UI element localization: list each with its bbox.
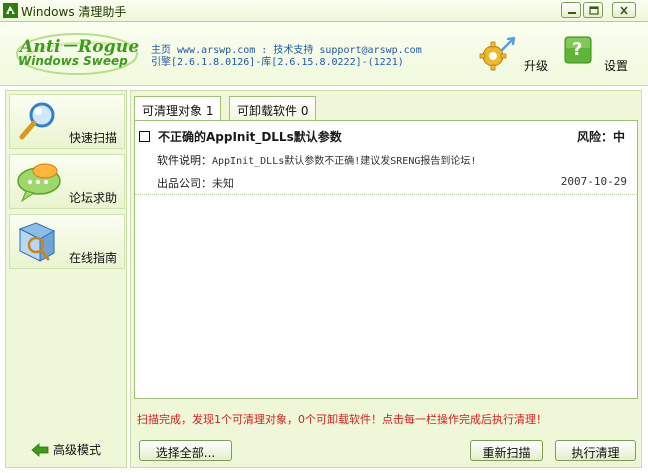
magnifier-icon <box>19 102 55 140</box>
status-message: 扫描完成，发现1个可清理对象，0个可卸载软件！点击每一栏操作完成后执行清理！ <box>137 413 547 426</box>
app-icon <box>3 3 18 18</box>
settings-button[interactable]: ? 设置 <box>564 36 634 82</box>
minimize-button[interactable] <box>561 2 581 18</box>
sidebar-item-label: 快速扫描 <box>68 131 117 145</box>
maximize-button[interactable] <box>583 2 603 18</box>
guide-book-icon <box>18 222 56 262</box>
sidebar-item-label: 论坛求助 <box>68 191 117 205</box>
sidebar-item-online-guide[interactable]: 在线指南 <box>9 214 125 269</box>
entry-title: 不正确的AppInit_DLLs默认参数 <box>158 130 342 144</box>
tab-uninstallable-software[interactable]: 可卸载软件 0 <box>229 96 317 121</box>
gear-upgrade-icon <box>479 36 516 71</box>
logo-text-line2: Windows Sweep <box>18 54 128 68</box>
main-panel: 可清理对象 1 可卸载软件 0 不正确的AppInit_DLLs默认参数 风险：… <box>130 90 642 468</box>
entry-description: 软件说明：AppInit_DLLs默认参数不正确!建议发SRENG报告到论坛! <box>157 152 476 168</box>
select-all-button[interactable]: 选择全部... <box>139 440 232 461</box>
back-arrow-icon <box>31 443 49 457</box>
maximize-icon <box>589 6 599 15</box>
upgrade-label: 升级 <box>524 59 549 73</box>
engine-version-info: 引擎[2.6.1.8.0126]-库[2.6.15.8.0222]-(1221) <box>151 57 404 68</box>
header: Anti－Rogue Windows Sweep 主页 www.arswp.co… <box>0 22 648 86</box>
minimize-icon <box>568 12 576 14</box>
entry-company: 出品公司：未知 <box>157 175 234 191</box>
tab-cleanable-objects[interactable]: 可清理对象 1 <box>134 96 222 123</box>
title-bar: Windows 清理助手 <box>0 0 648 22</box>
settings-label: 设置 <box>604 59 629 73</box>
row-divider <box>135 194 637 195</box>
risk-level: 风险：中 <box>576 130 625 144</box>
company-label: 出品公司： <box>157 177 212 190</box>
sidebar: 快速扫描 论坛求助 在线指南 高级模式 <box>5 90 127 468</box>
window-title: Windows 清理助手 <box>21 5 127 19</box>
settings-icon-glyph: ? <box>572 39 583 60</box>
description-label: 软件说明： <box>157 154 212 167</box>
close-button[interactable] <box>612 2 636 18</box>
entry-checkbox[interactable] <box>139 131 150 142</box>
advanced-mode-label: 高级模式 <box>53 443 102 457</box>
close-icon <box>620 6 628 15</box>
results-list: 不正确的AppInit_DLLs默认参数 风险：中 软件说明：AppInit_D… <box>134 120 638 399</box>
entry-title-row: 不正确的AppInit_DLLs默认参数 <box>139 128 342 145</box>
sidebar-item-forum-help[interactable]: 论坛求助 <box>9 154 125 209</box>
description-value: AppInit_DLLs默认参数不正确!建议发SRENG报告到论坛! <box>212 156 477 167</box>
sidebar-item-quick-scan[interactable]: 快速扫描 <box>9 94 125 149</box>
execute-clean-button[interactable]: 执行清理 <box>555 440 636 461</box>
chat-bubble-icon <box>17 163 61 203</box>
entry-date: 2007-10-29 <box>560 175 627 188</box>
sidebar-item-label: 在线指南 <box>68 251 117 265</box>
company-value: 未知 <box>212 177 234 190</box>
upgrade-button[interactable]: 升级 <box>478 36 550 82</box>
rescan-button[interactable]: 重新扫描 <box>470 440 543 461</box>
